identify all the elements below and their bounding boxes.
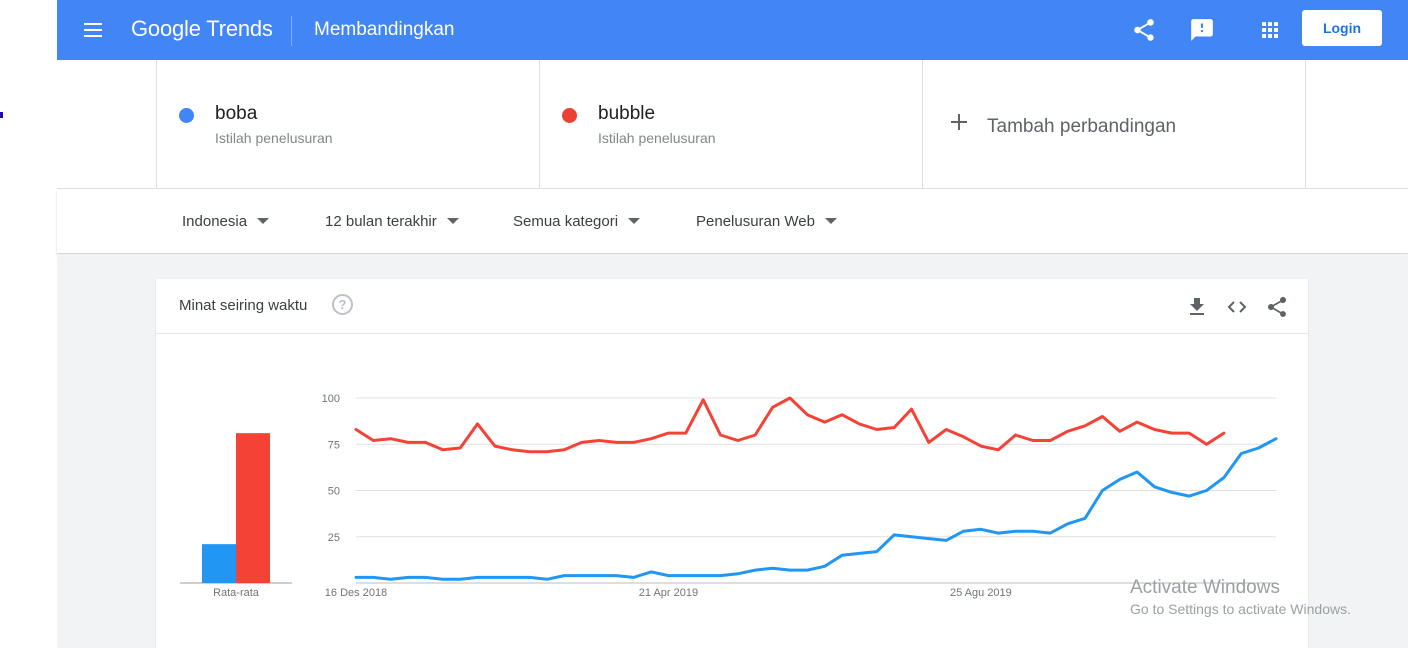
appbar-divider [291, 16, 292, 46]
app-bar: Google Trends Membandingkan Login [57, 0, 1408, 60]
series-line-bubble [354, 396, 1226, 454]
term-color-dot [179, 108, 194, 123]
chevron-down-icon [628, 218, 641, 225]
category-dropdown[interactable]: Semua kategori [513, 213, 641, 230]
help-icon[interactable]: ? [332, 294, 353, 315]
region-value: Indonesia [182, 213, 248, 230]
google-trends-logo[interactable]: Google Trends [131, 16, 273, 42]
y-tick-label: 75 [328, 439, 340, 451]
search-terms-row: boba Istilah penelusuran bubble Istilah … [57, 60, 1408, 189]
y-tick-label: 100 [322, 393, 340, 405]
chevron-down-icon [446, 218, 459, 225]
x-tick-label: 25 Agu 2019 [950, 587, 1012, 599]
page-title: Membandingkan [314, 19, 455, 40]
average-label: Rata-rata [213, 587, 260, 599]
apps-icon[interactable] [1257, 17, 1283, 43]
logo-google: Google [131, 16, 201, 41]
search-type-dropdown[interactable]: Penelusuran Web [696, 213, 837, 230]
term-card-boba[interactable]: boba Istilah penelusuran [156, 60, 540, 188]
interest-chart[interactable]: 100 75 50 25 16 Des 2018 21 Apr 2019 25 Agu 20… [156, 335, 1308, 648]
google-trends-page: Google Trends Membandingkan Login boba I… [0, 0, 1408, 648]
download-icon[interactable] [1185, 295, 1209, 319]
filter-bar: Indonesia 12 bulan terakhir Semua katego… [57, 189, 1408, 253]
y-tick-label: 25 [328, 532, 340, 544]
add-comparison-label: Tambah perbandingan [987, 116, 1177, 137]
card-title: Minat seiring waktu [179, 297, 308, 314]
average-bar-bubble [236, 433, 270, 583]
average-bar-boba [202, 544, 236, 583]
share-icon[interactable] [1131, 17, 1157, 43]
chevron-down-icon [257, 218, 270, 225]
plus-icon [951, 114, 967, 130]
feedback-icon[interactable] [1189, 17, 1215, 43]
term-name: bubble [598, 103, 656, 124]
x-tick-label: 16 Des 2018 [325, 587, 387, 599]
card-header: Minat seiring waktu ? [156, 279, 1308, 334]
term-type: Istilah penelusuran [598, 130, 716, 146]
interest-over-time-card: Minat seiring waktu ? 100 75 50 25 16 Des 20… [156, 279, 1308, 648]
add-comparison-button[interactable]: Tambah perbandingan [922, 60, 1306, 188]
logo-trends: Trends [206, 16, 273, 41]
menu-icon[interactable] [81, 18, 105, 42]
time-range-dropdown[interactable]: 12 bulan terakhir [325, 213, 459, 230]
region-dropdown[interactable]: Indonesia [182, 213, 270, 230]
left-gutter [0, 0, 57, 648]
time-range-value: 12 bulan terakhir [325, 213, 437, 230]
y-tick-label: 50 [328, 486, 340, 498]
login-button[interactable]: Login [1302, 10, 1382, 46]
category-value: Semua kategori [513, 213, 619, 230]
gutter-marker [0, 112, 3, 118]
search-type-value: Penelusuran Web [696, 213, 815, 230]
embed-icon[interactable] [1225, 295, 1249, 319]
term-color-dot [562, 108, 577, 123]
x-tick-label: 21 Apr 2019 [639, 587, 698, 599]
share-icon[interactable] [1265, 295, 1289, 319]
chevron-down-icon [824, 218, 837, 225]
term-name: boba [215, 103, 258, 124]
term-type: Istilah penelusuran [215, 130, 333, 146]
series-line-boba [354, 437, 1278, 581]
term-card-bubble[interactable]: bubble Istilah penelusuran [539, 60, 923, 188]
